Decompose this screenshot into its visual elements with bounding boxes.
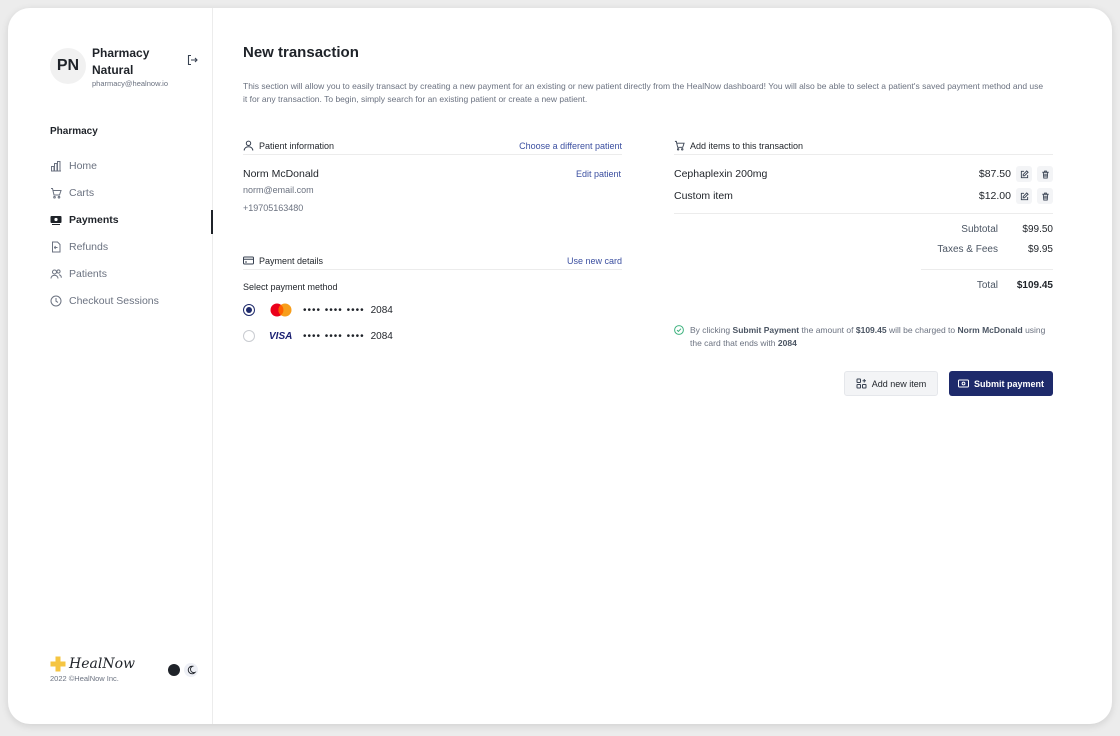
sidebar-item-label: Refunds: [69, 240, 109, 253]
edit-item-button[interactable]: [1016, 188, 1032, 204]
users-icon: [50, 268, 62, 280]
add-items-icon: [856, 378, 867, 389]
card-radio[interactable]: [243, 330, 255, 342]
refund-icon: [50, 241, 62, 253]
item-price: $87.50: [978, 168, 1011, 180]
payment-section-header: Payment details Use new card: [243, 252, 622, 270]
items-section-header: Add items to this transaction: [674, 137, 1053, 155]
list-item: Cephaplexin 200mg $87.50: [674, 166, 1053, 182]
total-divider: [921, 269, 1053, 270]
main-content: New transaction This section will allow …: [243, 8, 1053, 724]
copyright: 2022 ©HealNow Inc.: [50, 674, 119, 683]
edit-item-button[interactable]: [1016, 166, 1032, 182]
edit-icon: [1020, 191, 1029, 200]
card-radio[interactable]: [243, 304, 255, 316]
sidebar-item-refunds[interactable]: Refunds: [50, 233, 213, 260]
credit-card-icon: [243, 255, 254, 266]
submit-payment-button[interactable]: Submit payment: [949, 371, 1053, 396]
taxes-value: $9.95: [1027, 244, 1053, 255]
choose-different-patient-link[interactable]: Choose a different patient: [519, 141, 622, 151]
payment-icon: [957, 378, 969, 389]
card-last4: 2084: [370, 304, 393, 316]
payments-icon: [50, 214, 62, 226]
card-last4: 2084: [370, 330, 393, 342]
card-masked-number: •••• •••• ••••: [303, 304, 365, 316]
sidebar-item-checkout-sessions[interactable]: Checkout Sessions: [50, 287, 213, 314]
plus-logo-icon: [50, 656, 66, 672]
sidebar: PN Pharmacy Natural pharmacy@healnow.io …: [8, 8, 213, 724]
use-new-card-link[interactable]: Use new card: [567, 256, 622, 266]
edit-patient-link[interactable]: Edit patient: [576, 169, 621, 179]
card-option-visa[interactable]: VISA •••• •••• •••• 2084: [243, 328, 393, 344]
add-new-item-button[interactable]: Add new item: [844, 371, 938, 396]
card-option-mastercard[interactable]: •••• •••• •••• 2084: [243, 302, 393, 318]
payment-method-label: Select payment method: [243, 282, 338, 292]
theme-toggle: [168, 663, 198, 677]
item-name: Cephaplexin 200mg: [674, 168, 768, 180]
sidebar-item-label: Carts: [69, 186, 95, 199]
patient-name: Norm McDonald: [243, 168, 319, 180]
patient-phone: +19705163480: [243, 203, 304, 213]
patient-section-title: Patient information: [259, 140, 335, 151]
taxes-row: Taxes & Fees $9.95: [674, 244, 1053, 258]
charge-notice: By clicking Submit Payment the amount of…: [674, 324, 1053, 350]
sidebar-nav: Home Carts Payments Refunds Patients Che…: [50, 152, 213, 314]
sidebar-item-carts[interactable]: Carts: [50, 179, 213, 206]
total-row: Total $109.45: [674, 280, 1053, 294]
submit-payment-label: Submit payment: [973, 378, 1044, 389]
patient-section-header: Patient information Choose a different p…: [243, 137, 622, 155]
user-icon: [243, 140, 254, 151]
profile: PN Pharmacy Natural pharmacy@healnow.io: [50, 46, 210, 98]
items-section-title: Add items to this transaction: [690, 140, 804, 151]
check-circle-icon: [674, 325, 684, 335]
visa-icon: VISA: [269, 330, 293, 342]
taxes-label: Taxes & Fees: [937, 244, 998, 255]
page-description: This section will allow you to easily tr…: [243, 81, 1044, 104]
brand: HealNow 2022 ©HealNow Inc.: [50, 656, 135, 683]
trash-icon: [1041, 192, 1049, 201]
app-window: PN Pharmacy Natural pharmacy@healnow.io …: [8, 8, 1112, 724]
add-new-item-label: Add new item: [871, 378, 927, 389]
item-price: $12.00: [978, 190, 1011, 202]
nav-heading: Pharmacy: [50, 126, 98, 137]
healnow-logo: HealNow: [50, 656, 135, 672]
patient-email: norm@email.com: [243, 185, 314, 195]
total-value: $109.45: [1016, 280, 1053, 291]
sidebar-item-label: Payments: [69, 213, 119, 226]
payment-section-title: Payment details: [259, 255, 324, 266]
delete-item-button[interactable]: [1037, 166, 1053, 182]
cart-icon: [50, 187, 62, 199]
moon-icon[interactable]: [184, 663, 198, 677]
sidebar-item-label: Patients: [69, 267, 107, 280]
mastercard-icon: [269, 303, 293, 317]
total-label: Total: [976, 280, 998, 291]
sidebar-item-label: Checkout Sessions: [69, 294, 159, 307]
card-masked-number: •••• •••• ••••: [303, 330, 365, 342]
items-divider: [674, 213, 1053, 214]
trash-icon: [1041, 170, 1049, 179]
subtotal-value: $99.50: [1022, 224, 1053, 235]
brand-name: HealNow: [69, 656, 135, 672]
profile-name: Pharmacy Natural: [92, 46, 150, 77]
page-title: New transaction: [243, 44, 359, 61]
item-name: Custom item: [674, 190, 733, 202]
list-item: Custom item $12.00: [674, 188, 1053, 204]
subtotal-row: Subtotal $99.50: [674, 224, 1053, 238]
edit-icon: [1020, 169, 1029, 178]
sidebar-item-label: Home: [69, 159, 98, 172]
dark-theme-dot[interactable]: [168, 664, 180, 676]
clock-icon: [50, 295, 62, 307]
logout-icon[interactable]: [186, 54, 198, 66]
sidebar-item-payments[interactable]: Payments: [50, 206, 213, 234]
profile-email: pharmacy@healnow.io: [92, 79, 168, 88]
sidebar-item-home[interactable]: Home: [50, 152, 213, 179]
bar-chart-icon: [50, 160, 62, 172]
subtotal-label: Subtotal: [961, 224, 998, 235]
delete-item-button[interactable]: [1037, 188, 1053, 204]
cart-icon: [674, 140, 685, 151]
sidebar-item-patients[interactable]: Patients: [50, 260, 213, 287]
avatar: PN: [50, 48, 86, 84]
